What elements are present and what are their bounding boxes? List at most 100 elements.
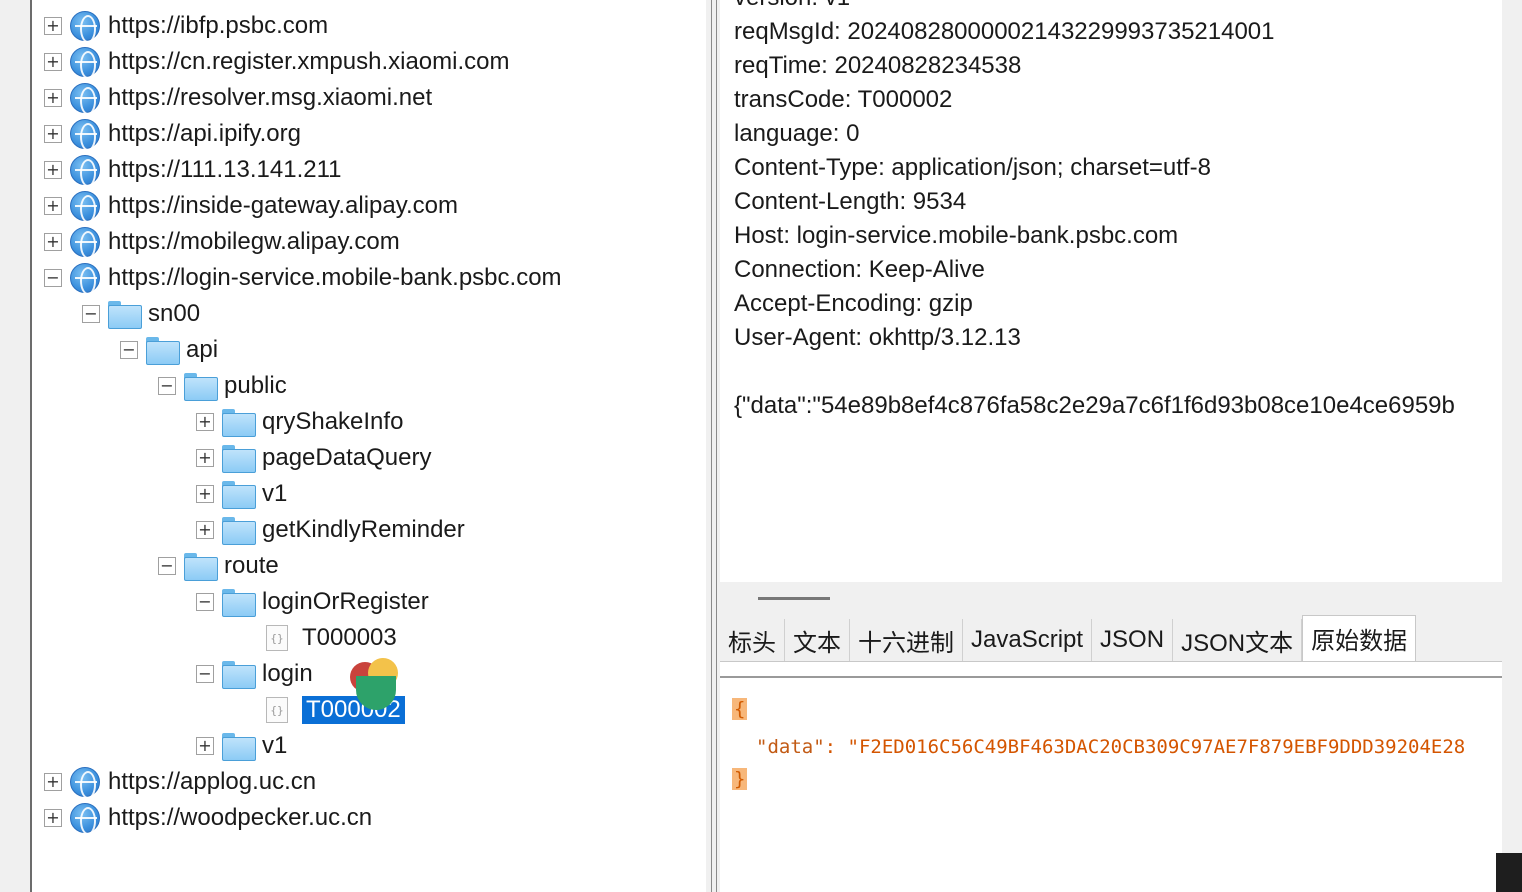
collapse-toggle[interactable]: − (120, 341, 138, 359)
host-label[interactable]: https://api.ipify.org (108, 120, 301, 148)
folder-label[interactable]: qryShakeInfo (262, 408, 403, 436)
folder-icon (222, 445, 256, 473)
request-label[interactable]: T000003 (302, 624, 397, 652)
tab-hex[interactable]: 十六进制 (850, 619, 963, 661)
left-gutter (0, 0, 30, 892)
tree-host-row[interactable]: + https://woodpecker.uc.cn (44, 800, 372, 836)
folder-icon (222, 661, 256, 689)
json-doc-icon: {} (266, 697, 288, 723)
host-label[interactable]: https://111.13.141.211 (108, 156, 342, 184)
collapse-toggle[interactable]: − (82, 305, 100, 323)
host-label[interactable]: https://mobilegw.alipay.com (108, 228, 400, 256)
expand-toggle[interactable]: + (44, 809, 62, 827)
fruit-bowl (356, 676, 396, 710)
expand-toggle[interactable]: + (196, 413, 214, 431)
tree-folder-row[interactable]: − loginOrRegister (196, 584, 429, 620)
floating-fruit-icon[interactable] (348, 658, 406, 714)
folder-label[interactable]: v1 (262, 480, 287, 508)
folder-label[interactable]: api (186, 336, 218, 364)
tree-host-row[interactable]: + https://applog.uc.cn (44, 764, 316, 800)
tab-javascript[interactable]: JavaScript (963, 619, 1093, 661)
header-line: Host: login-service.mobile-bank.psbc.com (734, 222, 1179, 249)
folder-icon (146, 337, 180, 365)
globe-icon (70, 767, 100, 799)
json-doc-icon: {} (266, 625, 288, 651)
folder-label[interactable]: v1 (262, 732, 287, 760)
folder-icon (222, 589, 256, 617)
tree-host-row[interactable]: + https://cn.register.xmpush.xiaomi.com (44, 44, 509, 80)
folder-label[interactable]: public (224, 372, 287, 400)
globe-icon (70, 83, 100, 115)
host-label[interactable]: https://applog.uc.cn (108, 768, 316, 796)
host-label[interactable]: https://inside-gateway.alipay.com (108, 192, 458, 220)
tab-json-text[interactable]: JSON文本 (1173, 619, 1303, 661)
host-label[interactable]: https://cn.register.xmpush.xiaomi.com (108, 48, 509, 76)
tab-text[interactable]: 文本 (785, 619, 850, 661)
expand-toggle[interactable]: + (44, 197, 62, 215)
folder-label[interactable]: pageDataQuery (262, 444, 431, 472)
folder-label[interactable]: sn00 (148, 300, 200, 328)
tab-headers[interactable]: 标头 (720, 619, 785, 661)
folder-label[interactable]: getKindlyReminder (262, 516, 465, 544)
tree-folder-row[interactable]: − login (196, 656, 313, 692)
header-line: User-Agent: okhttp/3.12.13 (734, 324, 1021, 351)
expand-toggle[interactable]: + (44, 125, 62, 143)
tab-raw-data[interactable]: 原始数据 (1302, 615, 1417, 661)
host-label[interactable]: https://ibfp.psbc.com (108, 12, 328, 40)
expand-toggle[interactable]: + (196, 485, 214, 503)
expand-toggle[interactable]: + (44, 773, 62, 791)
response-tab-bar: 标头 文本 十六进制 JavaScript JSON JSON文本 原始数据 (720, 615, 1502, 662)
host-label[interactable]: https://woodpecker.uc.cn (108, 804, 372, 832)
tree-folder-row[interactable]: + v1 (196, 728, 287, 764)
collapse-toggle[interactable]: − (158, 377, 176, 395)
host-label[interactable]: https://login-service.mobile-bank.psbc.c… (108, 264, 562, 292)
tree-host-row[interactable]: + https://api.ipify.org (44, 116, 301, 152)
tree-request-row[interactable]: {} T000003 (266, 620, 397, 656)
folder-label[interactable]: loginOrRegister (262, 588, 429, 616)
tree-folder-row[interactable]: − public (158, 368, 287, 404)
folder-icon (108, 301, 142, 329)
vertical-splitter[interactable] (706, 0, 720, 892)
tree-host-row[interactable]: + https://resolver.msg.xiaomi.net (44, 80, 432, 116)
raw-key: "data" (756, 736, 825, 758)
folder-label[interactable]: route (224, 552, 279, 580)
folder-label[interactable]: login (262, 660, 313, 688)
pane-resize-handle[interactable] (720, 582, 1502, 616)
expand-toggle[interactable]: + (196, 737, 214, 755)
tree-folder-row[interactable]: − sn00 (82, 296, 200, 332)
folder-icon (184, 553, 218, 581)
collapse-toggle[interactable]: − (44, 269, 62, 287)
tree-folder-row[interactable]: + v1 (196, 476, 287, 512)
expand-toggle[interactable]: + (44, 17, 62, 35)
tree-host-row[interactable]: + https://mobilegw.alipay.com (44, 224, 400, 260)
expand-toggle[interactable]: + (44, 89, 62, 107)
tree-host-row[interactable]: − https://login-service.mobile-bank.psbc… (44, 260, 562, 296)
raw-response-view[interactable]: { "data": "F2ED016C56C49BF463DAC20CB309C… (720, 676, 1502, 892)
expand-toggle[interactable]: + (44, 161, 62, 179)
tree-folder-row[interactable]: + qryShakeInfo (196, 404, 403, 440)
request-headers-view[interactable]: version: v1 reqMsgId: 202408280000021432… (720, 0, 1502, 582)
expand-toggle[interactable]: + (196, 521, 214, 539)
tree-host-row[interactable]: + https://ibfp.psbc.com (44, 8, 328, 44)
tree-host-row[interactable]: + https://inside-gateway.alipay.com (44, 188, 458, 224)
folder-icon (222, 517, 256, 545)
globe-icon (70, 155, 100, 187)
host-label[interactable]: https://resolver.msg.xiaomi.net (108, 84, 432, 112)
expand-toggle[interactable]: + (196, 449, 214, 467)
right-edge-strip (1502, 0, 1522, 892)
tree-folder-row[interactable]: + getKindlyReminder (196, 512, 465, 548)
globe-icon (70, 803, 100, 835)
raw-value: "F2ED016C56C49BF463DAC20CB309C97AE7F879E… (847, 736, 1466, 758)
expand-toggle[interactable]: + (44, 53, 62, 71)
header-line: language: 0 (734, 120, 860, 147)
tree-folder-row[interactable]: + pageDataQuery (196, 440, 431, 476)
tree-folder-row[interactable]: − route (158, 548, 279, 584)
session-tree[interactable]: + https://ibfp.psbc.com + https://cn.reg… (32, 0, 706, 892)
expand-toggle[interactable]: + (44, 233, 62, 251)
collapse-toggle[interactable]: − (196, 593, 214, 611)
tree-host-row[interactable]: + https://111.13.141.211 (44, 152, 342, 188)
collapse-toggle[interactable]: − (196, 665, 214, 683)
collapse-toggle[interactable]: − (158, 557, 176, 575)
tree-folder-row[interactable]: − api (120, 332, 218, 368)
tab-json[interactable]: JSON (1092, 619, 1174, 661)
